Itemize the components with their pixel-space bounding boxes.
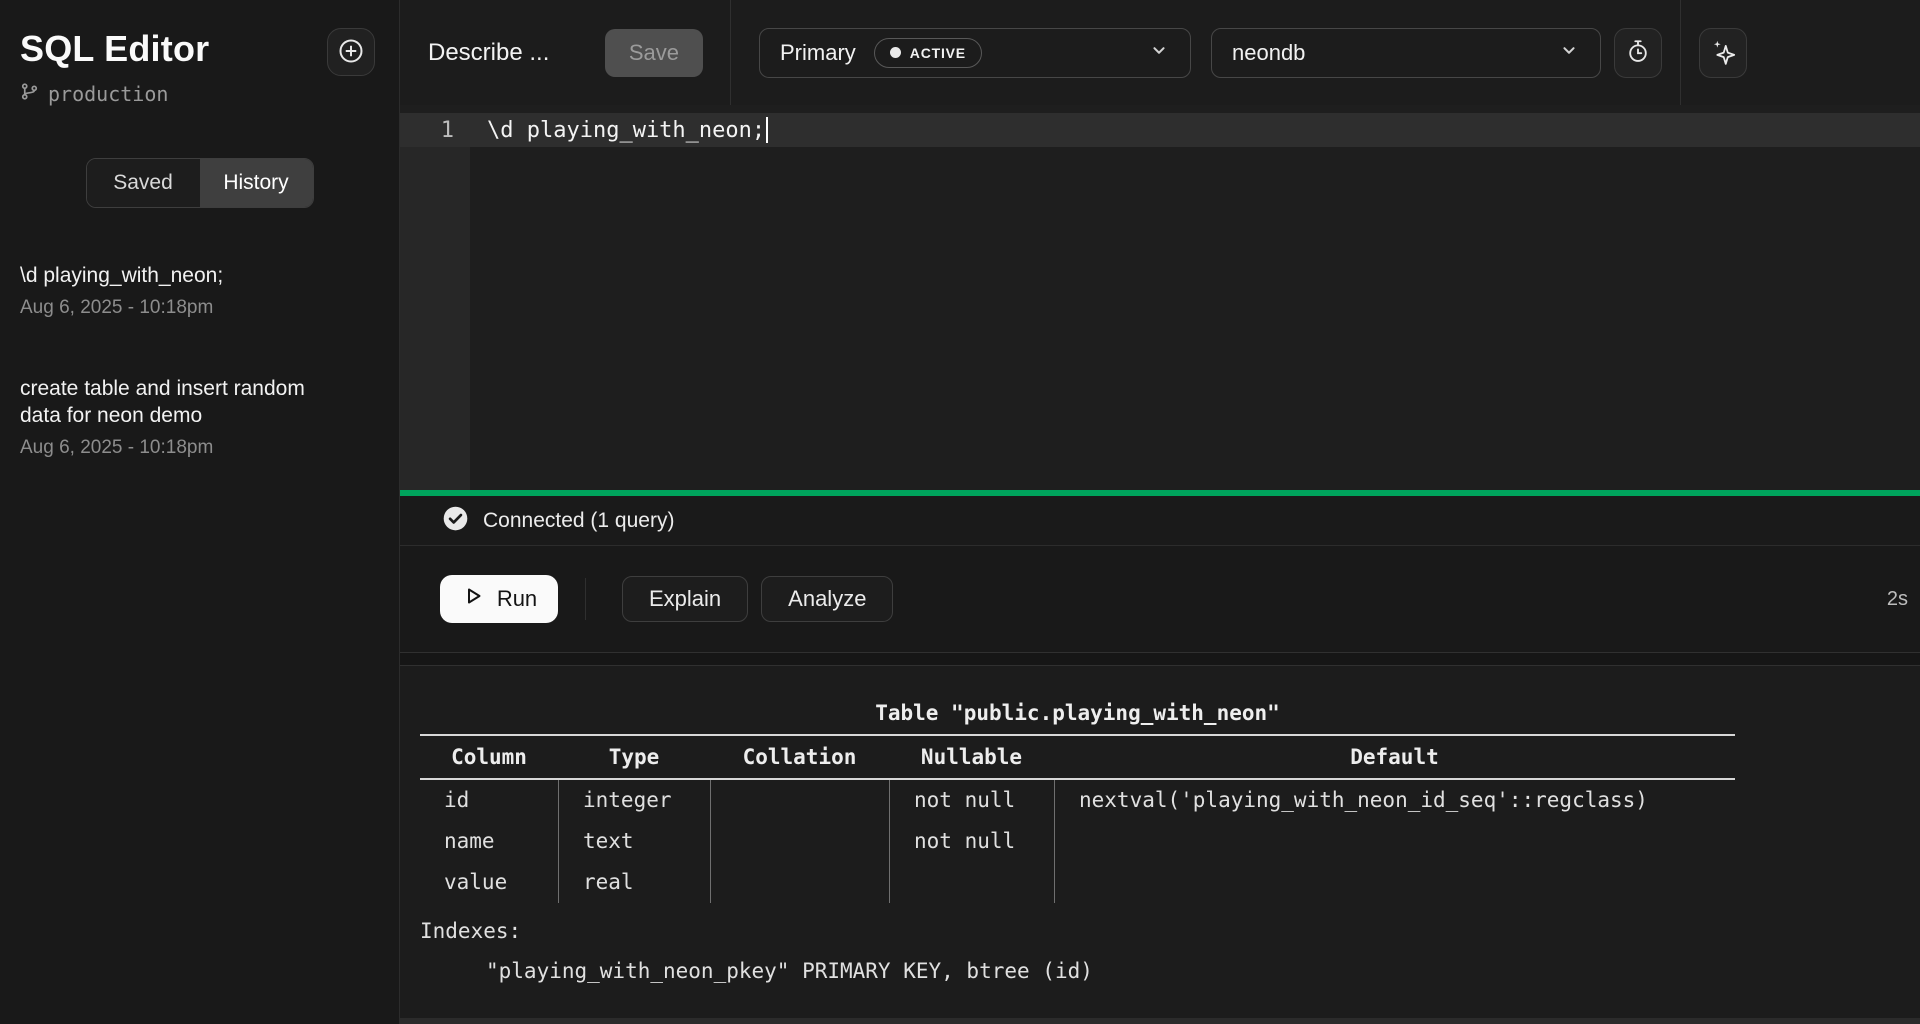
column-header: Column — [420, 736, 558, 778]
results-divider — [400, 652, 1920, 666]
branch-select-value: Primary — [780, 40, 856, 66]
line-number: 1 — [400, 118, 470, 143]
query-history-timer-button[interactable] — [1614, 28, 1662, 78]
saved-history-tabs: Saved History — [86, 158, 314, 208]
main-panel: Describe ... Save Primary ACTIVE — [400, 0, 1920, 1024]
check-circle-icon — [442, 505, 469, 537]
topbar-query-section: Describe ... Save — [400, 0, 730, 105]
sql-code-editor[interactable]: 1 \d playing_with_neon; — [400, 105, 1920, 490]
history-item[interactable]: \d playing_with_neon; Aug 6, 2025 - 10:1… — [20, 262, 379, 319]
history-query: \d playing_with_neon; — [20, 262, 332, 290]
column-header: Type — [558, 736, 710, 778]
analyze-button[interactable]: Analyze — [761, 576, 893, 622]
active-status-badge: ACTIVE — [874, 38, 982, 68]
branch-indicator: production — [20, 82, 209, 106]
connection-status-bar: Connected (1 query) — [400, 496, 1920, 546]
result-cell: id — [420, 780, 558, 821]
result-cell: not null — [889, 780, 1054, 821]
connection-status-text: Connected (1 query) — [483, 509, 674, 533]
branch-icon — [20, 82, 39, 106]
psql-output: Table "public.playing_with_neon" Column … — [420, 692, 1735, 991]
result-cell — [889, 862, 1054, 903]
result-cell — [710, 780, 889, 821]
run-button-label: Run — [497, 586, 537, 612]
index-definition: "playing_with_neon_pkey" PRIMARY KEY, bt… — [420, 951, 1735, 991]
query-actions-bar: Run Explain Analyze 2s — [400, 546, 1920, 652]
result-table-title: Table "public.playing_with_neon" — [420, 692, 1735, 734]
toolbar-divider — [1680, 0, 1681, 105]
sql-code-text: \d playing_with_neon; — [470, 118, 765, 143]
circle-plus-icon — [337, 37, 365, 68]
result-cell: integer — [558, 780, 710, 821]
result-body: id integer not null nextval('playing_wit… — [420, 780, 1735, 903]
history-item[interactable]: create table and insert random data for … — [20, 375, 379, 459]
result-cell: real — [558, 862, 710, 903]
result-cell — [1054, 821, 1735, 862]
query-title: Describe ... — [428, 39, 549, 67]
database-select-value: neondb — [1232, 40, 1305, 66]
page-title: SQL Editor — [20, 28, 209, 70]
active-dot-icon — [890, 47, 901, 58]
result-cell — [1054, 862, 1735, 903]
tab-history[interactable]: History — [200, 159, 313, 207]
explain-button[interactable]: Explain — [622, 576, 748, 622]
column-header: Default — [1054, 736, 1735, 778]
result-cell — [710, 821, 889, 862]
sparkles-icon — [1710, 38, 1737, 68]
history-timestamp: Aug 6, 2025 - 10:18pm — [20, 437, 379, 459]
run-button[interactable]: Run — [440, 575, 558, 623]
column-header: Nullable — [889, 736, 1054, 778]
database-select[interactable]: neondb — [1211, 28, 1601, 78]
stopwatch-icon — [1625, 38, 1651, 67]
horizontal-scrollbar[interactable] — [400, 1018, 1920, 1024]
editor-active-line[interactable]: 1 \d playing_with_neon; — [400, 113, 1920, 147]
editor-gutter — [400, 113, 470, 490]
branch-select[interactable]: Primary ACTIVE — [759, 28, 1191, 78]
history-query: create table and insert random data for … — [20, 375, 332, 430]
play-icon — [461, 584, 485, 614]
sql-editor-app: SQL Editor production — [0, 0, 1920, 1024]
ai-assist-button[interactable] — [1699, 28, 1747, 78]
query-duration: 2s — [1887, 588, 1910, 611]
tab-saved[interactable]: Saved — [87, 159, 200, 207]
save-button[interactable]: Save — [605, 29, 703, 77]
result-cell: value — [420, 862, 558, 903]
result-cell: not null — [889, 821, 1054, 862]
actions-divider — [585, 578, 586, 620]
chevron-down-icon — [1148, 39, 1170, 66]
indexes-section: Indexes: "playing_with_neon_pkey" PRIMAR… — [420, 911, 1735, 991]
indexes-label: Indexes: — [420, 911, 1735, 951]
active-badge-label: ACTIVE — [910, 45, 966, 61]
chevron-down-icon — [1558, 39, 1580, 66]
topbar: Describe ... Save Primary ACTIVE — [400, 0, 1920, 105]
column-header: Collation — [710, 736, 889, 778]
sidebar: SQL Editor production — [0, 0, 400, 1024]
result-cell: name — [420, 821, 558, 862]
history-list: \d playing_with_neon; Aug 6, 2025 - 10:1… — [0, 262, 399, 459]
topbar-selects: Primary ACTIVE neondb — [731, 0, 1920, 105]
result-cell: nextval('playing_with_neon_id_seq'::regc… — [1054, 780, 1735, 821]
history-timestamp: Aug 6, 2025 - 10:18pm — [20, 297, 379, 319]
result-cell — [710, 862, 889, 903]
result-header-row: Column Type Collation Nullable Default — [420, 736, 1735, 778]
query-results-panel: Table "public.playing_with_neon" Column … — [400, 666, 1920, 1024]
branch-name: production — [48, 82, 168, 106]
text-cursor — [766, 117, 768, 143]
new-query-button[interactable] — [327, 28, 375, 76]
result-cell: text — [558, 821, 710, 862]
sidebar-header: SQL Editor production — [0, 0, 399, 106]
